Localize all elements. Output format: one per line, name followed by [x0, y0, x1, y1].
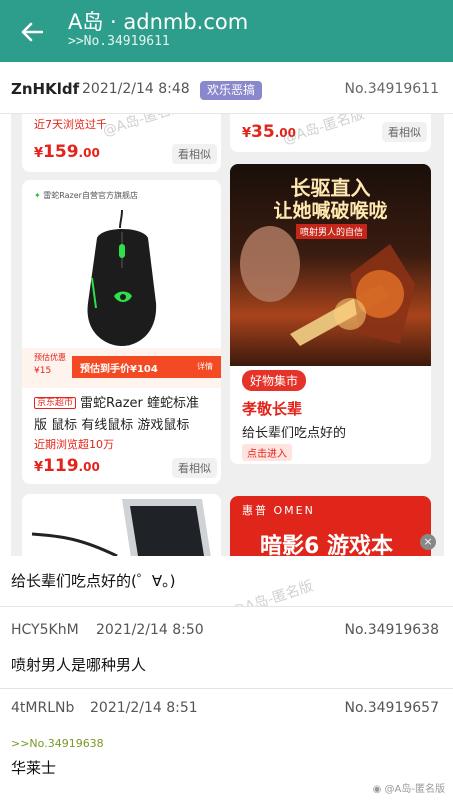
- razer-logo-icon: ✦: [34, 191, 44, 200]
- ad-tagline: 喷射男人的自信: [296, 224, 368, 239]
- reply-text: 喷射男人是哪种男人: [11, 656, 147, 674]
- reply-uid: HCY5KhM: [11, 622, 79, 638]
- product-card-laptop: [22, 494, 221, 556]
- post-header: ZnHKldf 2021/2/14 8:48 欢乐恶搞 No.34919611: [0, 62, 453, 114]
- reply-number[interactable]: No.34919657: [345, 700, 440, 716]
- omen-brand: 惠普 OMEN: [242, 504, 315, 517]
- ad-title: 孝敬长辈: [242, 400, 303, 418]
- reply-number[interactable]: No.34919638: [345, 622, 440, 638]
- reply-item: HCY5KhM 2021/2/14 8:50 No.34919638 喷射男人是…: [0, 606, 453, 688]
- weibo-watermark: ◉ @A岛-匿名版: [372, 784, 445, 795]
- reply-quote-link[interactable]: >>No.34919638: [11, 737, 104, 750]
- close-icon: ×: [420, 534, 436, 550]
- ad-image: 长驱直入 让她喊破喉咙 喷射男人的自信: [230, 164, 431, 366]
- product-price: ¥119.00: [34, 456, 100, 476]
- promo-strip: 预估优惠 ¥15 预估到手价¥104 详情: [22, 348, 221, 388]
- see-similar-button: 看相似: [172, 458, 217, 478]
- product-note: 近7天浏览过千: [34, 118, 107, 131]
- reply-time: 2021/2/14 8:51: [90, 700, 198, 716]
- back-arrow-icon[interactable]: [18, 18, 46, 46]
- product-card-top-right: ¥35.00 看相似: [230, 114, 431, 152]
- app-bar: A岛 · adnmb.com >>No.34919611: [0, 0, 453, 62]
- product-card-razer: ✦ 雷蛇Razer自营官方旗舰店 预估优惠 ¥15 预估到手价¥104 详情 京…: [22, 180, 221, 484]
- post-uid: ZnHKldf: [11, 80, 80, 98]
- omen-slogan: 暗影6 游戏本: [260, 534, 393, 556]
- product-price: ¥35.00: [242, 122, 296, 142]
- promo-price-bar: 预估到手价¥104 详情: [72, 356, 221, 378]
- jd-supermarket-badge: 京东超市: [34, 397, 77, 409]
- reply-time: 2021/2/14 8:50: [96, 622, 204, 638]
- reply-uid: 4tMRLNb: [11, 700, 75, 716]
- see-similar-button: 看相似: [172, 144, 217, 164]
- gaming-mouse-image: [87, 209, 157, 346]
- reply-text: 华莱士: [11, 759, 57, 777]
- laptop-image: [31, 499, 211, 556]
- promo-amount: ¥15: [34, 366, 52, 376]
- post-body: 给长辈们吃点好的(゜∀。): [11, 572, 176, 590]
- product-views: 近期浏览超10万: [34, 438, 114, 451]
- product-price: ¥159.00: [34, 142, 100, 162]
- ad-headline-2: 让她喊破喉咙: [273, 200, 388, 222]
- weibo-icon: ◉: [372, 784, 385, 795]
- category-tag[interactable]: 欢乐恶搞: [200, 81, 263, 100]
- ad-badge: 好物集市: [242, 370, 307, 391]
- post-time: 2021/2/14 8:48: [82, 81, 190, 97]
- store-name: ✦ 雷蛇Razer自营官方旗舰店: [34, 191, 138, 200]
- thread-reference[interactable]: >>No.34919611: [68, 34, 170, 49]
- ad-description: 给长辈们吃点好的: [242, 426, 347, 441]
- ad-card: 长驱直入 让她喊破喉咙 喷射男人的自信 好物集市 孝敬长辈 给长辈们吃点好的 点…: [230, 164, 431, 464]
- product-title: 京东超市 雷蛇Razer 蝰蛇标准版 鼠标 有线鼠标 游戏鼠标: [34, 396, 200, 433]
- post-number[interactable]: No.34919611: [345, 81, 440, 97]
- ad-cta: 点击进入: [242, 444, 292, 461]
- promo-label: 预估优惠: [34, 353, 66, 362]
- see-similar-button: 看相似: [382, 122, 427, 142]
- product-card-top-left: 近7天浏览过千 ¥159.00 看相似: [22, 114, 221, 172]
- post-image[interactable]: 近7天浏览过千 ¥159.00 看相似 ¥35.00 看相似 ✦ 雷蛇Razer…: [11, 114, 444, 556]
- product-card-omen: 惠普 OMEN 暗影6 游戏本: [230, 496, 431, 556]
- app-title: A岛 · adnmb.com: [68, 10, 249, 34]
